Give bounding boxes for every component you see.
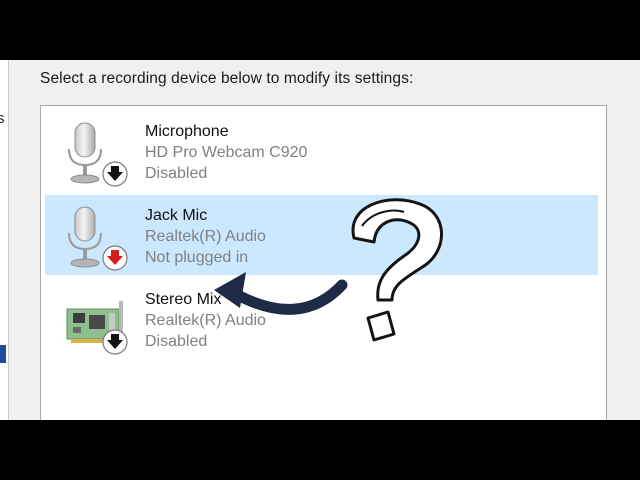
device-row-stereo-mix[interactable]: Stereo Mix Realtek(R) Audio Disabled — [45, 279, 598, 359]
microphone-icon — [68, 122, 128, 187]
microphone-icon — [68, 206, 128, 271]
device-status: Disabled — [145, 165, 208, 182]
device-status: Disabled — [145, 333, 208, 350]
sound-card-icon — [66, 301, 128, 355]
unplugged-arrow-badge — [102, 245, 128, 271]
device-driver: Realtek(R) Audio — [145, 228, 266, 245]
device-row-microphone[interactable]: Microphone HD Pro Webcam C920 Disabled — [45, 111, 598, 191]
disabled-arrow-badge — [102, 329, 128, 355]
device-status: Not plugged in — [145, 249, 249, 266]
side-panel-strip: s — [0, 60, 9, 420]
sound-recording-panel: s Select a recording device below to mod… — [0, 60, 640, 420]
device-name: Jack Mic — [145, 207, 208, 224]
device-row-jack-mic[interactable]: Jack Mic Realtek(R) Audio Not plugged in — [45, 195, 598, 275]
letterbox-top — [0, 0, 640, 60]
recording-device-list[interactable]: Microphone HD Pro Webcam C920 Disabled J… — [40, 105, 607, 420]
disabled-arrow-badge — [102, 161, 128, 187]
device-driver: HD Pro Webcam C920 — [145, 144, 308, 161]
letterbox-bottom — [0, 420, 640, 480]
instruction-text: Select a recording device below to modif… — [40, 70, 414, 87]
side-panel-text: s — [0, 110, 5, 127]
side-panel-accent — [0, 345, 6, 363]
device-driver: Realtek(R) Audio — [145, 312, 266, 329]
device-name: Stereo Mix — [145, 291, 222, 308]
device-name: Microphone — [145, 123, 229, 140]
